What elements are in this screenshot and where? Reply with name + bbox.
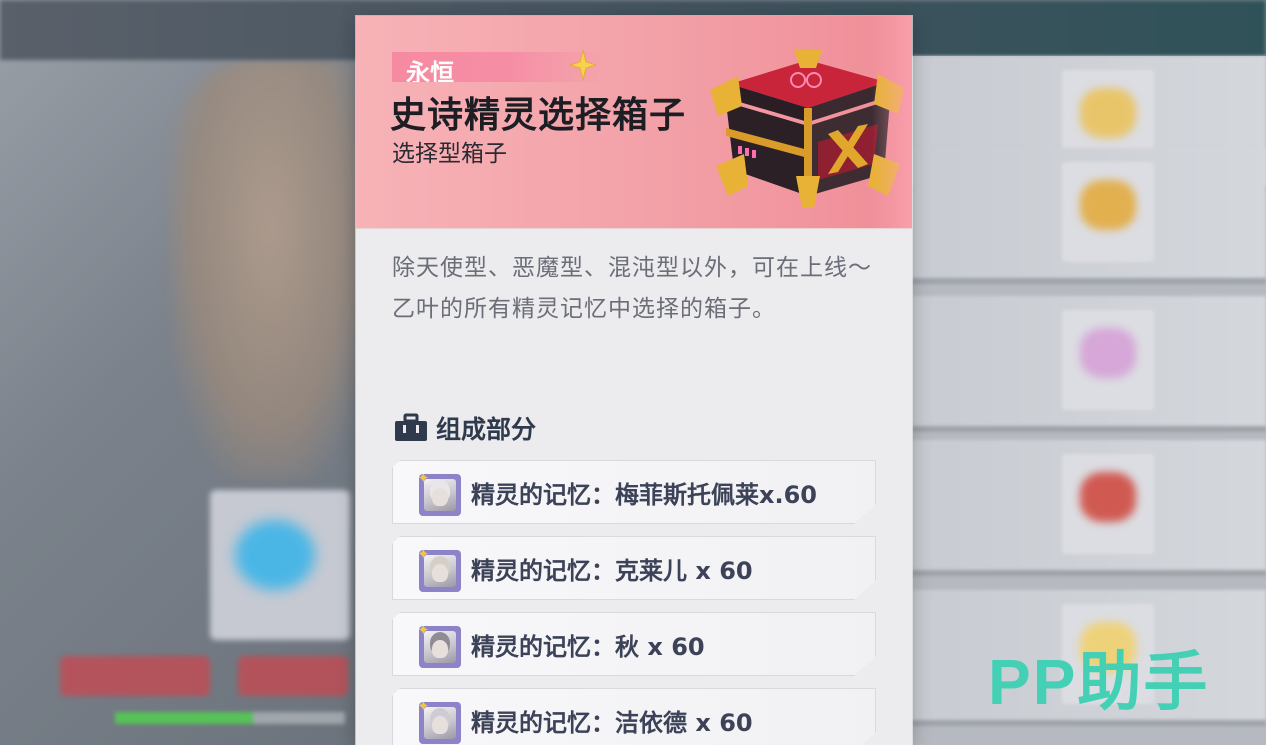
item-description: 除天使型、恶魔型、混沌型以外，可在上线～乙叶的所有精灵记忆中选择的箱子。 [392, 255, 872, 322]
component-item[interactable]: ✦ 精灵的记忆：克莱儿 x 60 [392, 536, 876, 600]
item-name: 史诗精灵选择箱子 [390, 95, 687, 136]
component-label: 精灵的记忆：洁依德 x 60 [471, 709, 753, 737]
spirit-portrait-icon: ✦ [419, 702, 461, 744]
item-type: 选择型箱子 [392, 141, 507, 167]
components-list: ✦ 精灵的记忆：梅菲斯托佩莱x.60 ✦ 精灵的记忆：克莱儿 x 60 ✦ 精灵… [392, 460, 878, 745]
sparkle-star-icon [570, 50, 596, 80]
watermark-text: PP助手 [988, 646, 1210, 718]
spirit-portrait-icon: ✦ [419, 474, 461, 516]
item-header: 永恒 史诗精灵选择箱子 选择型箱子 [356, 16, 912, 229]
component-label: 精灵的记忆：梅菲斯托佩莱x.60 [471, 481, 817, 509]
component-label: 精灵的记忆：秋 x 60 [471, 633, 705, 661]
spirit-portrait-icon: ✦ [419, 550, 461, 592]
components-title: 组成部分 [436, 415, 537, 444]
briefcase-icon [395, 413, 427, 441]
background-shop-row [912, 440, 1266, 576]
background-shop-row [912, 296, 1266, 432]
component-item[interactable]: ✦ 精灵的记忆：梅菲斯托佩莱x.60 [392, 460, 876, 524]
background-item-card [210, 490, 350, 640]
background-character [170, 60, 370, 480]
components-header: 组成部分 [394, 410, 536, 446]
treasure-chest-icon [710, 50, 904, 208]
background-shop-row [912, 148, 1266, 284]
rarity-label: 永恒 [406, 59, 454, 87]
component-item[interactable]: ✦ 精灵的记忆：洁依德 x 60 [392, 688, 876, 745]
background-button [238, 656, 348, 696]
background-progress-bar [115, 712, 345, 724]
spirit-portrait-icon: ✦ [419, 626, 461, 668]
background-button [60, 656, 210, 696]
component-item[interactable]: ✦ 精灵的记忆：秋 x 60 [392, 612, 876, 676]
item-detail-panel: 永恒 史诗精灵选择箱子 选择型箱子 除天使型、恶魔型、混沌型以外，可在上线～乙叶… [356, 16, 912, 745]
component-label: 精灵的记忆：克莱儿 x 60 [471, 557, 753, 585]
